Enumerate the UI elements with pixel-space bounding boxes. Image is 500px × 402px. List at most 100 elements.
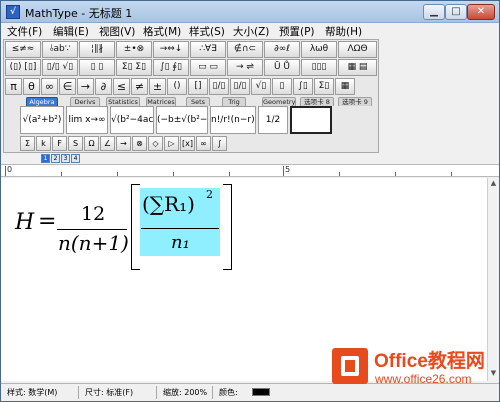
subscripts-palette-button[interactable]: ▯ ▯: [79, 59, 115, 76]
less-equal-button[interactable]: ≤: [113, 78, 130, 95]
ruler-tick: [451, 172, 452, 176]
tab-trig[interactable]: Trig: [222, 97, 246, 106]
menu-edit[interactable]: 编辑(E): [53, 24, 89, 39]
superscript-button[interactable]: ▯: [272, 78, 292, 95]
greek-lower-palette-button[interactable]: λωθ: [301, 41, 337, 58]
inner-denominator[interactable]: n₁: [171, 232, 190, 253]
fraction-numerator[interactable]: 12: [81, 203, 105, 225]
recent-symbol-12[interactable]: ∞: [196, 136, 211, 151]
template-limit[interactable]: lim x→∞: [66, 106, 108, 134]
recent-symbol-6[interactable]: ∠: [100, 136, 115, 151]
brackets-button[interactable]: []: [188, 78, 208, 95]
partial-button[interactable]: ∂: [95, 78, 112, 95]
recent-symbol-1[interactable]: Σ: [20, 136, 35, 151]
fractions-palette-button[interactable]: ▯/▯ √▯: [42, 59, 78, 76]
recent-symbol-9[interactable]: ◇: [148, 136, 163, 151]
misc-palette-button[interactable]: ∂∞ℓ: [264, 41, 300, 58]
matrix-button[interactable]: ▦: [335, 78, 355, 95]
tab-matrices[interactable]: Matrices: [146, 97, 176, 106]
close-button[interactable]: ✕: [467, 4, 495, 20]
size-indicator-2[interactable]: 2: [51, 154, 60, 163]
inner-exponent[interactable]: 2: [206, 188, 213, 201]
size-indicator-4[interactable]: 4: [71, 154, 80, 163]
right-arrow-button[interactable]: →: [77, 78, 94, 95]
recent-symbol-3[interactable]: F: [52, 136, 67, 151]
greek-upper-palette-button[interactable]: ΛΩΘ: [338, 41, 377, 58]
status-size[interactable]: 尺寸: 标准(F): [83, 386, 157, 399]
tab-algebra[interactable]: Algebra: [26, 97, 58, 106]
not-equal-button[interactable]: ≠: [131, 78, 148, 95]
recent-symbol-8[interactable]: ⊗: [132, 136, 147, 151]
minimize-button[interactable]: ▁: [423, 4, 445, 20]
recent-symbol-10[interactable]: ▷: [164, 136, 179, 151]
products-palette-button[interactable]: Ū Ů: [264, 59, 300, 76]
summation-palette-button[interactable]: Σ▯ Σ▯: [116, 59, 152, 76]
fences-palette-button[interactable]: (▯) [▯]: [5, 59, 41, 76]
arrows-palette-button[interactable]: →⇔↓: [153, 41, 189, 58]
pi-button[interactable]: π: [5, 78, 22, 95]
scroll-up-arrow-icon[interactable]: ▲: [488, 178, 499, 189]
fraction-button[interactable]: ▯/▯: [209, 78, 229, 95]
recent-symbol-4[interactable]: S: [68, 136, 83, 151]
labeled-arrows-palette-button[interactable]: → ⇌: [227, 59, 263, 76]
size-indicator-1[interactable]: 1: [41, 154, 50, 163]
title-bar: √ MathType - 无标题 1 ▁ □ ✕: [1, 1, 499, 23]
menu-format[interactable]: 格式(M): [143, 24, 181, 39]
tab-9[interactable]: 选项卡 9: [338, 97, 372, 106]
matrices-palette-button[interactable]: ▦ ▤: [338, 59, 377, 76]
tab-8[interactable]: 选项卡 8: [300, 97, 334, 106]
recent-symbol-2[interactable]: k: [36, 136, 51, 151]
operators-palette-button[interactable]: ±•⊗: [116, 41, 152, 58]
element-of-button[interactable]: ∈: [59, 78, 76, 95]
relations-palette-button[interactable]: ≤≠≈: [5, 41, 41, 58]
parentheses-button[interactable]: (): [167, 78, 187, 95]
boxes-palette-button[interactable]: ▯▯▯: [301, 59, 337, 76]
menu-preferences[interactable]: 预置(P): [279, 24, 315, 39]
ruler-tick: [339, 172, 340, 176]
sets-palette-button[interactable]: ∉∩⊂: [227, 41, 263, 58]
status-color-label: 颜色:: [219, 388, 238, 397]
tab-geometry[interactable]: Geometry: [262, 97, 296, 106]
tab-sets[interactable]: Sets: [186, 97, 210, 106]
radical-button[interactable]: √▯: [251, 78, 271, 95]
equation-lhs[interactable]: H: [15, 210, 34, 235]
infinity-button[interactable]: ∞: [41, 78, 58, 95]
template-combination[interactable]: n!/r!(n−r)!: [210, 106, 256, 134]
template-hypotenuse[interactable]: √(a²+b²): [20, 106, 64, 134]
maximize-button[interactable]: □: [445, 4, 467, 20]
tab-statistics[interactable]: Statistics: [106, 97, 140, 106]
embellishments-palette-button[interactable]: ¦∥∦: [79, 41, 115, 58]
color-swatch[interactable]: [252, 388, 270, 396]
template-discriminant[interactable]: √(b²−4ac): [110, 106, 154, 134]
fraction-denominator[interactable]: n(n+1): [58, 231, 129, 255]
recent-symbol-5[interactable]: Ω: [84, 136, 99, 151]
integrals-palette-button[interactable]: ∫▯ ∮▯: [153, 59, 189, 76]
integral-button[interactable]: ∫▯: [293, 78, 313, 95]
plus-minus-button[interactable]: ±: [149, 78, 166, 95]
status-style[interactable]: 样式: 数学(M): [5, 386, 79, 399]
template-empty-slot[interactable]: [290, 106, 332, 134]
tab-derivs[interactable]: Derivs: [70, 97, 100, 106]
recent-symbol-13[interactable]: ∫: [212, 136, 227, 151]
recent-symbol-11[interactable]: [x]: [180, 136, 195, 151]
template-one-half[interactable]: 1/2: [258, 106, 288, 134]
menu-file[interactable]: 文件(F): [7, 24, 42, 39]
equation-equals[interactable]: =: [38, 209, 56, 234]
theta-button[interactable]: θ: [23, 78, 40, 95]
inner-numerator[interactable]: (∑R₁): [142, 192, 195, 216]
spaces-palette-button[interactable]: ⫰ab∵: [42, 41, 78, 58]
recent-symbol-7[interactable]: →: [116, 136, 131, 151]
logic-palette-button[interactable]: ∴∀∃: [190, 41, 226, 58]
sum-button[interactable]: Σ▯: [314, 78, 334, 95]
slash-fraction-button[interactable]: ▯/▯: [230, 78, 250, 95]
menu-view[interactable]: 视图(V): [99, 24, 135, 39]
template-quadratic-formula[interactable]: (−b±√(b²−4ac))/2a: [156, 106, 208, 134]
status-zoom[interactable]: 缩放: 200%: [161, 386, 213, 399]
menu-help[interactable]: 帮助(H): [325, 24, 362, 39]
ruler-tick: [5, 166, 6, 176]
size-indicator-3[interactable]: 3: [61, 154, 70, 163]
ruler-tick: [61, 172, 62, 176]
menu-style[interactable]: 样式(S): [189, 24, 225, 39]
bars-palette-button[interactable]: ▭ ▭: [190, 59, 226, 76]
menu-size[interactable]: 大小(Z): [233, 24, 269, 39]
